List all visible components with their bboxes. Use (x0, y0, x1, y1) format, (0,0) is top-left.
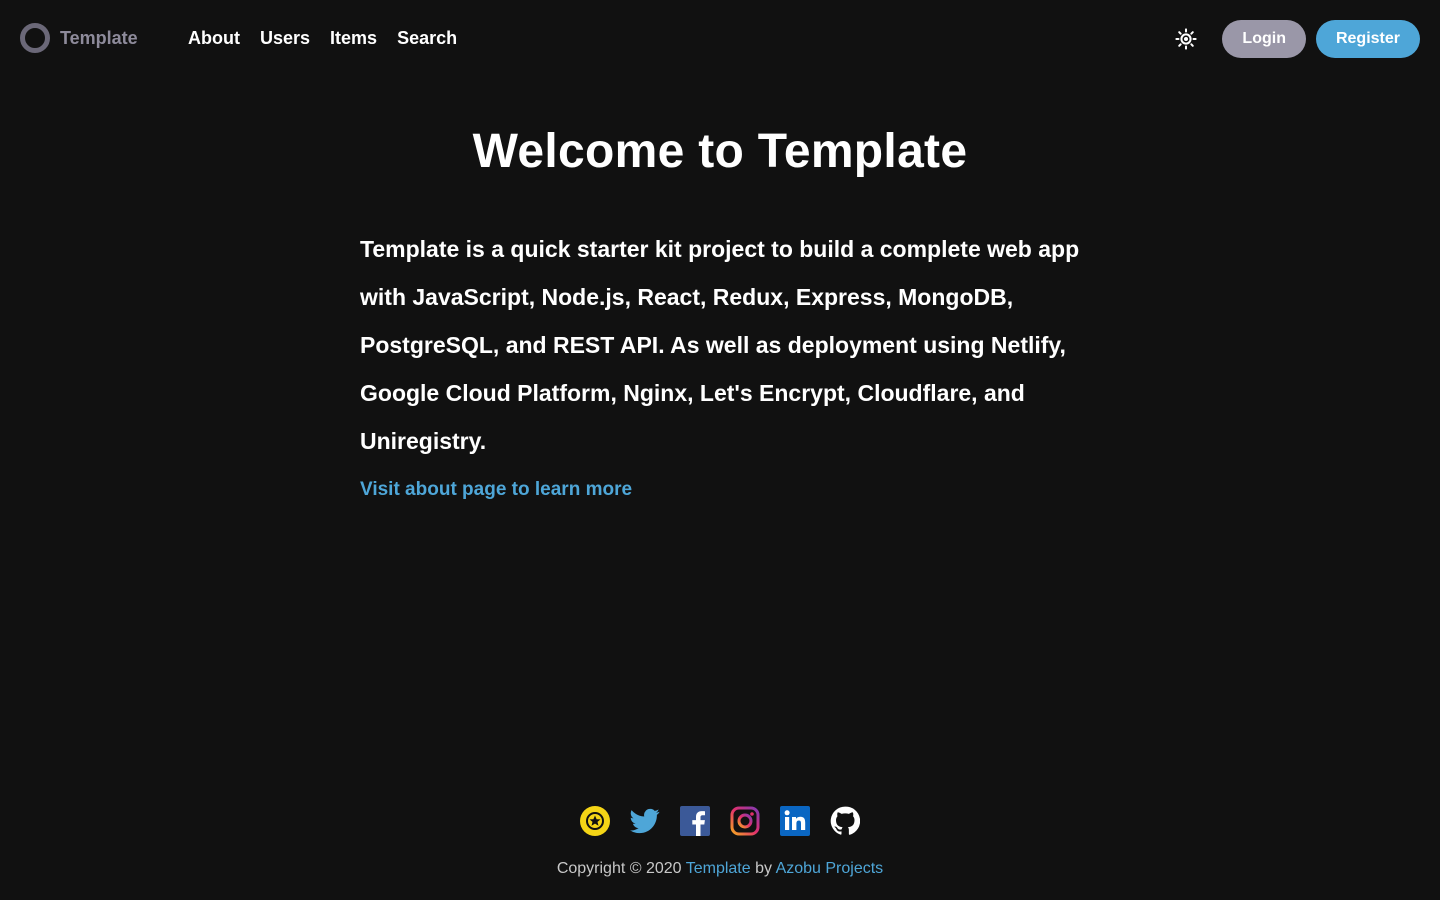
footer: Copyright © 2020 Template by Azobu Proje… (0, 806, 1440, 878)
azobu-icon (580, 806, 610, 836)
linkedin-link[interactable] (780, 806, 810, 836)
social-links (0, 806, 1440, 836)
header-actions: Login Register (1166, 20, 1420, 58)
theme-toggle-button[interactable] (1166, 20, 1206, 58)
instagram-icon (730, 806, 760, 836)
header: Template About Users Items Search Login … (0, 0, 1440, 78)
sun-icon (1175, 28, 1198, 50)
login-button[interactable]: Login (1222, 20, 1306, 58)
github-link[interactable] (830, 806, 860, 836)
main-content: Welcome to Template Template is a quick … (360, 110, 1080, 501)
twitter-icon (630, 808, 660, 834)
facebook-icon (680, 806, 710, 836)
intro-text: Template is a quick starter kit project … (360, 236, 1080, 454)
register-button[interactable]: Register (1315, 20, 1420, 58)
nav-about[interactable]: About (188, 28, 240, 49)
nav-users[interactable]: Users (260, 28, 310, 49)
copyright: Copyright © 2020 Template by Azobu Proje… (0, 860, 1440, 878)
github-icon (830, 806, 860, 835)
instagram-link[interactable] (730, 806, 760, 836)
azobu-link[interactable] (580, 806, 610, 836)
copyright-prefix: Copyright © 2020 (556, 860, 682, 877)
brand-name: Template (60, 27, 138, 48)
brand-logo-icon (20, 23, 50, 53)
main-nav: About Users Items Search (188, 28, 457, 49)
copyright-by: by (755, 860, 772, 877)
nav-items[interactable]: Items (330, 28, 377, 49)
learn-more-link[interactable]: Visit about page to learn more (360, 479, 632, 501)
nav-search[interactable]: Search (397, 28, 457, 49)
page-title: Welcome to Template (472, 125, 968, 178)
facebook-link[interactable] (680, 806, 710, 836)
brand-link[interactable]: Template (20, 23, 138, 53)
author-link[interactable]: Azobu Projects (776, 860, 884, 877)
site-link[interactable]: Template (686, 860, 751, 877)
twitter-link[interactable] (630, 806, 660, 836)
linkedin-icon (780, 806, 810, 836)
